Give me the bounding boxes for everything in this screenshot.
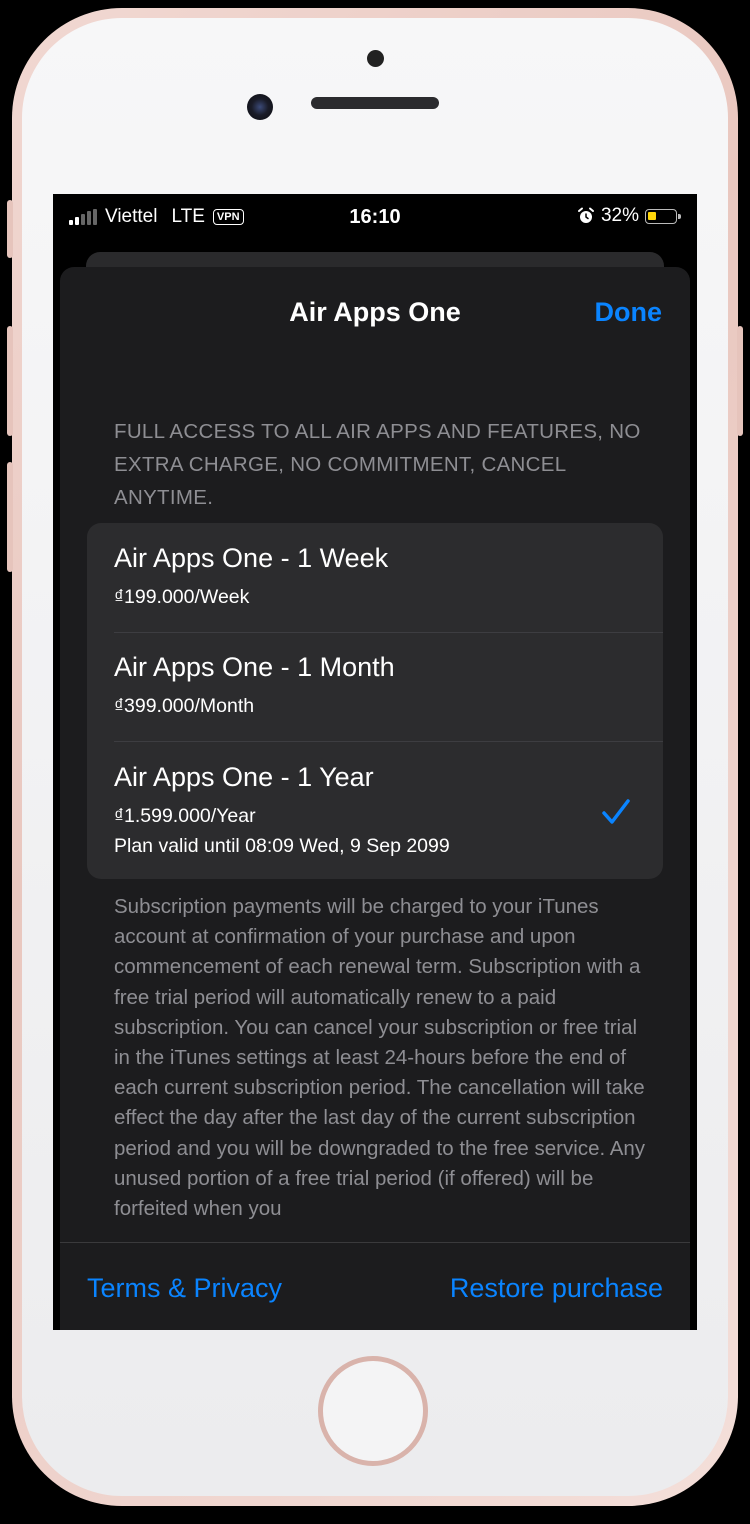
plan-option-year[interactable]: Air Apps One - 1 Year ₫1.599.000/Year Pl…: [87, 742, 663, 879]
bottom-toolbar: Terms & Privacy Restore purchase: [60, 1242, 690, 1330]
screen: Viettel LTE VPN 16:10 32% Air Apps One D…: [53, 194, 697, 1330]
power-button: [737, 326, 743, 436]
section-header: FULL ACCESS TO ALL AIR APPS AND FEATURES…: [114, 420, 641, 509]
legal-text: Subscription payments will be charged to…: [114, 895, 646, 1221]
volume-down-button: [7, 462, 13, 572]
plan-option-week[interactable]: Air Apps One - 1 Week ₫199.000/Week: [87, 523, 663, 632]
plan-list: Air Apps One - 1 Week ₫199.000/Week Air …: [87, 523, 663, 879]
plan-price: ₫1.599.000/Year: [114, 805, 256, 827]
plan-name: Air Apps One - 1 Month: [114, 652, 395, 682]
plan-option-month[interactable]: Air Apps One - 1 Month ₫399.000/Month: [87, 633, 663, 742]
plan-name: Air Apps One - 1 Week: [114, 543, 389, 573]
status-right: 32%: [577, 205, 681, 227]
home-button[interactable]: [318, 1356, 428, 1466]
status-bar: Viettel LTE VPN 16:10 32%: [53, 194, 697, 240]
mute-switch: [7, 200, 13, 258]
done-button[interactable]: Done: [595, 297, 663, 328]
checkmark-icon: [602, 799, 630, 824]
plan-price: ₫199.000/Week: [114, 586, 250, 608]
earpiece-speaker: [311, 97, 439, 109]
battery-icon: [645, 208, 681, 224]
plan-validity: Plan valid until 08:09 Wed, 9 Sep 2099: [114, 835, 450, 857]
alarm-icon: [577, 207, 594, 223]
proximity-sensor: [367, 50, 384, 67]
plan-price: ₫399.000/Month: [114, 695, 255, 717]
restore-purchase-button[interactable]: Restore purchase: [450, 1273, 663, 1304]
subscription-sheet: Air Apps One Done FULL ACCESS TO ALL AIR…: [60, 267, 690, 1330]
front-camera: [247, 94, 273, 120]
terms-privacy-link[interactable]: Terms & Privacy: [87, 1273, 282, 1304]
volume-up-button: [7, 326, 13, 436]
plan-name: Air Apps One - 1 Year: [114, 762, 374, 792]
battery-percent: 32%: [600, 205, 639, 226]
